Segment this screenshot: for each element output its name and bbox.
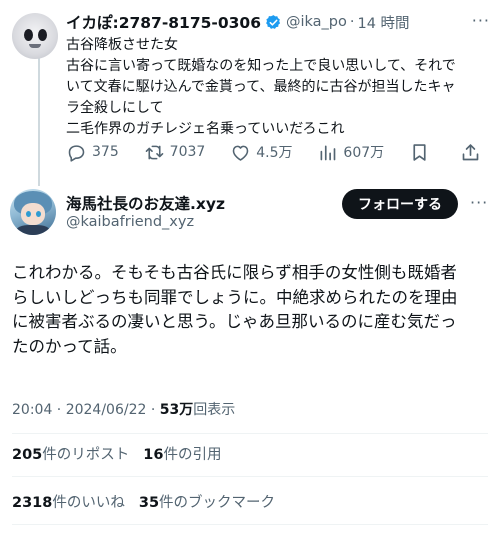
- share-button[interactable]: [460, 142, 486, 163]
- parent-tweet-line: いて文春に駆け込んで金貰って、最終的に古谷が担当したキャ: [66, 79, 456, 95]
- repost-quote-stats: 205件のリポスト 16件の引用: [12, 443, 221, 464]
- tweet-meta: 20:04 · 2024/06/22 · 53万回表示: [12, 399, 235, 419]
- reply-icon: [66, 142, 92, 163]
- parent-tweet-line: 古谷降板させた女: [66, 37, 178, 53]
- thread-connector-line: [38, 58, 40, 186]
- retweet-icon: [144, 142, 170, 163]
- main-author-avatar[interactable]: [10, 189, 56, 235]
- parent-tweet-text: 古谷降板させた女 古谷に言い寄って既婚なのを知った上で良い思いして、それで いて…: [66, 35, 488, 140]
- parent-tweet-line: ラ全殺しにして: [66, 100, 164, 116]
- view-label: 回表示: [193, 402, 236, 418]
- main-tweet-line: らしいしどっちも同罪でしょうに。中絶求められたのを理由: [12, 287, 458, 307]
- retweet-count: 7037: [169, 144, 206, 160]
- views-button[interactable]: 607万: [317, 142, 384, 163]
- reply-count: 375: [92, 144, 119, 160]
- likes-stat[interactable]: 2318件のいいね: [12, 495, 125, 511]
- quotes-count: 16: [143, 447, 164, 463]
- reposts-label: 件のリポスト: [42, 447, 130, 463]
- share-icon: [460, 142, 486, 163]
- reposts-count: 205: [12, 447, 43, 463]
- retweet-button[interactable]: 7037: [144, 142, 206, 163]
- main-author-name[interactable]: 海馬社長のお友達.xyz: [66, 192, 225, 214]
- bookmark-button[interactable]: [409, 142, 435, 163]
- tweet-timestamp[interactable]: 20:04 · 2024/06/22 ·: [12, 402, 160, 418]
- main-author-handle[interactable]: @kaibafriend_xyz: [66, 214, 194, 230]
- main-tweet-line: たのかって話。: [12, 336, 127, 356]
- reposts-stat[interactable]: 205件のリポスト: [12, 447, 129, 463]
- parent-tweet-line: 二毛作界のガチレジェ名乗っていいだろこれ: [66, 121, 345, 137]
- quotes-stat[interactable]: 16件の引用: [143, 447, 221, 463]
- parent-tweet-line: 古谷に言い寄って既婚なのを知った上で良い思いして、それで: [66, 58, 456, 74]
- bookmarks-count: 35: [138, 495, 160, 511]
- view-count: 53万: [159, 402, 194, 418]
- likes-label: 件のいいね: [52, 495, 125, 511]
- divider: [12, 524, 488, 525]
- like-button[interactable]: 4.5万: [230, 142, 292, 163]
- bookmarks-label: 件のブックマーク: [159, 495, 276, 511]
- views-icon: [317, 142, 343, 163]
- bookmark-icon: [409, 142, 435, 163]
- more-icon[interactable]: ···: [472, 11, 490, 30]
- parent-tweet-time[interactable]: 14 時間: [357, 12, 409, 33]
- parent-author-handle[interactable]: @ika_po: [286, 14, 347, 30]
- views-count: 607万: [343, 145, 385, 161]
- parent-author-avatar[interactable]: [12, 13, 58, 59]
- main-tweet-line: これわかる。そもそも古谷氏に限らず相手の女性側も既婚者: [12, 263, 457, 282]
- divider: [12, 433, 488, 434]
- main-tweet-line: に被害者ぶるの凄いと思う。じゃあ旦那いるのに産む気だっ: [12, 312, 457, 331]
- parent-tweet-header: イカぽ:2787-8175-0306 @ika_po · 14 時間: [66, 11, 488, 33]
- parent-action-bar: 375 7037 4.5万 607万: [66, 139, 486, 165]
- follow-button[interactable]: フォローする: [342, 189, 458, 219]
- like-bookmark-stats: 2318件のいいね 35件のブックマーク: [12, 491, 275, 512]
- divider: [12, 476, 488, 477]
- verified-badge-icon: [266, 14, 281, 29]
- more-icon[interactable]: ···: [470, 193, 488, 212]
- main-tweet-text: これわかる。そもそも古谷氏に限らず相手の女性側も既婚者 らしいしどっちも同罪でし…: [12, 261, 488, 359]
- like-icon: [230, 142, 256, 163]
- bookmarks-stat[interactable]: 35件のブックマーク: [139, 495, 275, 511]
- parent-author-name[interactable]: イカぽ:2787-8175-0306: [66, 11, 261, 33]
- like-count: 4.5万: [256, 145, 293, 161]
- quotes-label: 件の引用: [163, 447, 222, 463]
- reply-button[interactable]: 375: [66, 142, 119, 163]
- separator-dot: ·: [349, 14, 355, 30]
- likes-count: 2318: [12, 495, 53, 511]
